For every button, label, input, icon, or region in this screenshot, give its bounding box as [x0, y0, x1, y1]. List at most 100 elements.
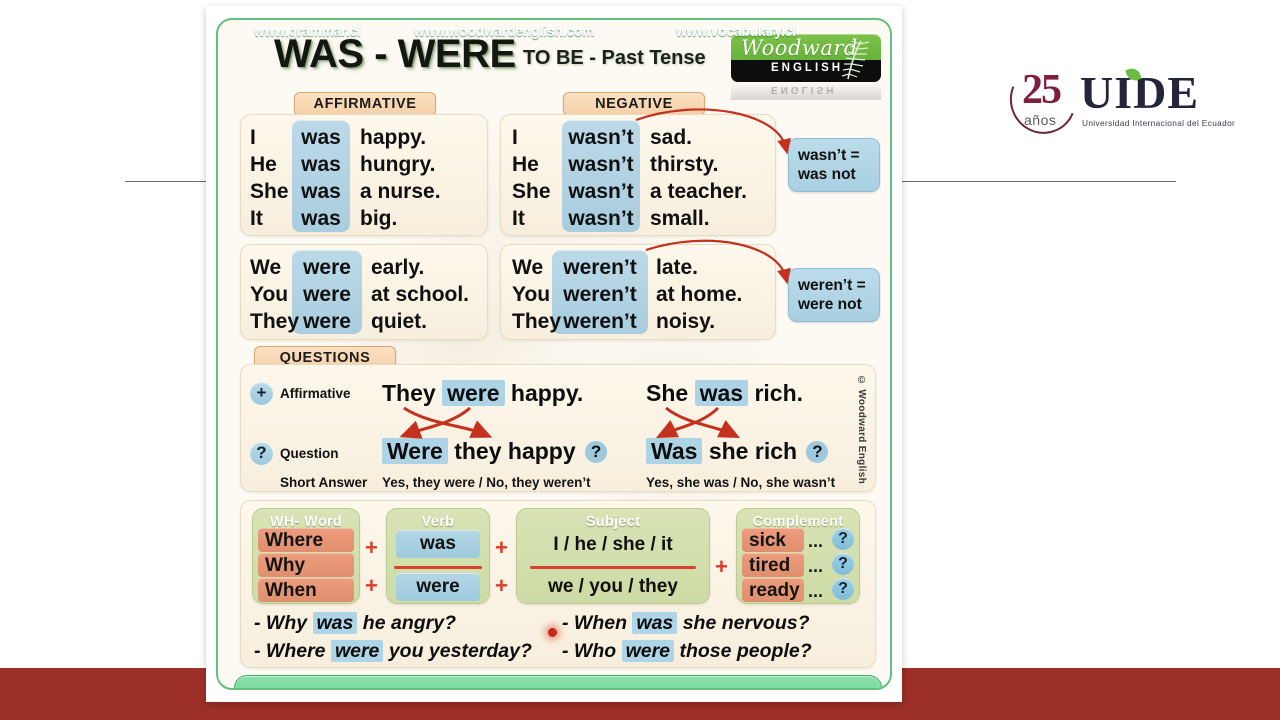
uide-anniversary-number: 25	[1022, 67, 1062, 113]
table-cell-complement: late.	[656, 256, 699, 279]
table-cell-verb: weren’t	[563, 256, 637, 279]
sentence-dash: -	[254, 612, 261, 634]
formula-cell-was: was	[396, 530, 480, 558]
sentence-verb: Were	[382, 438, 448, 464]
table-row: It	[250, 207, 263, 230]
table-row: You	[512, 283, 551, 306]
uide-tagline: Universidad Internacional del Ecuador	[1082, 118, 1236, 128]
table-cell-complement: happy.	[360, 126, 427, 149]
example-sentence-4: - Who were those people?	[562, 640, 812, 663]
plus-operator: +	[365, 573, 378, 598]
formula-cell-why: Why	[258, 553, 354, 577]
footer-link-woodward[interactable]: www.woodwardenglish.com	[414, 24, 594, 39]
sentence-dash: -	[254, 640, 261, 662]
sentence-verb: were	[442, 380, 505, 406]
sentence-verb: was	[632, 612, 678, 634]
formula-cell-tired: tired	[742, 553, 804, 577]
table-cell-verb: wasn’t	[568, 126, 634, 149]
contraction-line-2: were not	[798, 296, 862, 313]
formula-cell-where: Where	[258, 528, 354, 552]
sentence-post: you yesterday?	[388, 640, 532, 662]
question-mark-icon: ?	[585, 441, 608, 463]
footer-link-grammar[interactable]: www.grammar.cl	[254, 24, 361, 39]
contraction-note-wasnt: wasn’t = was not	[788, 138, 880, 192]
contraction-line-1: weren’t =	[798, 277, 866, 294]
screenshot-root: 25 años UIDE Universidad Internacional d…	[0, 0, 1280, 720]
cursor-dot-icon	[548, 628, 557, 637]
formula-cell-sick: sick	[742, 528, 804, 552]
table-cell-complement: at home.	[656, 283, 743, 306]
table-cell-complement: big.	[360, 207, 398, 230]
formula-cell-subject-singular: I / he / she / it	[553, 534, 673, 555]
table-cell-complement: early.	[371, 256, 425, 279]
table-row: We	[250, 256, 282, 279]
question-affirmative-sentence-1: They were happy.	[382, 380, 583, 407]
sentence-dash: -	[562, 612, 569, 634]
woodward-english-logo: Woodward ENGLISH ENGLISH	[723, 34, 883, 100]
question-row-label-affirmative: Affirmative	[280, 386, 351, 401]
sentence-verb: were	[621, 640, 675, 662]
short-answer-1: Yes, they were / No, they weren’t	[382, 475, 591, 490]
sentence-post: she rich	[708, 438, 798, 464]
formula-cell-ready: ready	[742, 578, 804, 602]
decorative-rule-left	[125, 181, 213, 182]
ellipsis-text: ...	[808, 531, 824, 551]
table-row: It	[512, 207, 525, 230]
table-cell-verb: was	[301, 153, 341, 176]
table-cell-verb: wasn’t	[568, 153, 634, 176]
question-row-label-question: Question	[280, 446, 339, 461]
section-label-affirmative: AFFIRMATIVE	[294, 92, 436, 116]
formula-divider-verb	[394, 566, 482, 569]
table-cell-verb: were	[303, 283, 351, 306]
plus-operator: +	[495, 535, 508, 560]
table-cell-complement: hungry.	[360, 153, 436, 176]
sentence-post: he angry?	[362, 612, 456, 634]
table-row: We	[512, 256, 544, 279]
sentence-post: rich.	[754, 380, 804, 406]
table-cell-complement: noisy.	[656, 310, 716, 333]
sentence-verb: Was	[646, 438, 703, 464]
sentence-post: they happy	[454, 438, 576, 464]
table-cell-verb: were	[303, 310, 351, 333]
sentence-post: happy.	[510, 380, 584, 406]
table-cell-verb: was	[301, 180, 341, 203]
logo-reflection-text: ENGLISH	[771, 84, 837, 95]
table-cell-verb: were	[303, 256, 351, 279]
column-heading: Subject	[585, 514, 641, 530]
uide-anniversary-years: años	[1024, 112, 1057, 128]
table-cell-verb: was	[301, 126, 341, 149]
uide-logo: 25 años UIDE Universidad Internacional d…	[999, 56, 1235, 144]
sentence-pre: They	[382, 380, 436, 406]
table-cell-complement: small.	[650, 207, 710, 230]
footer-link-vocabulary[interactable]: www.vocabulary.cl	[676, 24, 796, 39]
plus-operator: +	[495, 573, 508, 598]
sentence-post: those people?	[679, 640, 812, 662]
table-cell-verb: weren’t	[563, 310, 637, 333]
question-mark-icon: ?	[832, 578, 854, 600]
sentence-pre: Where	[265, 640, 326, 662]
short-answer-2: Yes, she was / No, she wasn’t	[646, 475, 836, 490]
sentence-pre: Why	[265, 612, 308, 634]
uide-anniversary-mark: 25 años	[999, 56, 1088, 144]
fern-leaf-icon	[841, 40, 870, 80]
sentence-pre: She	[646, 380, 689, 406]
table-cell-complement: a teacher.	[650, 180, 747, 203]
table-row: He	[512, 153, 539, 176]
contraction-line-2: was not	[798, 166, 856, 183]
plus-badge-icon: +	[250, 382, 273, 405]
plus-operator: +	[365, 535, 378, 560]
formula-cell-were: were	[396, 573, 480, 601]
formula-cell-when: When	[258, 578, 354, 602]
table-row: I	[250, 126, 256, 149]
formula-cell-subject-plural: we / you / they	[548, 576, 678, 597]
sentence-verb: was	[694, 380, 749, 406]
table-row: She	[250, 180, 289, 203]
table-cell-verb: wasn’t	[568, 207, 634, 230]
table-cell-complement: a nurse.	[360, 180, 441, 203]
table-row: I	[512, 126, 518, 149]
footer-bar	[234, 675, 882, 688]
sentence-pre: Who	[573, 640, 617, 662]
poster-card: WAS - WERE TO BE - Past Tense Woodward E…	[206, 6, 902, 702]
table-cell-verb: wasn’t	[568, 180, 634, 203]
table-row: You	[250, 283, 289, 306]
